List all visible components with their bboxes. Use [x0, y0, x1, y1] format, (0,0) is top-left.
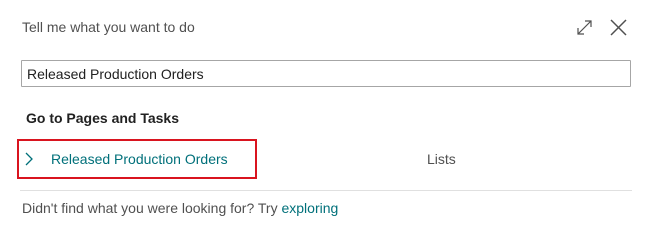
close-icon[interactable]: [608, 17, 628, 37]
result-item-category: Lists: [427, 151, 456, 167]
dialog-title: Tell me what you want to do: [22, 19, 195, 35]
footer: Didn't find what you were looking for? T…: [22, 200, 338, 216]
results-heading: Go to Pages and Tasks: [26, 110, 180, 126]
exploring-link[interactable]: exploring: [281, 200, 338, 216]
result-item-name[interactable]: Released Production Orders: [51, 151, 228, 167]
expand-icon[interactable]: [574, 17, 594, 37]
header-actions: [574, 17, 628, 37]
footer-text: Didn't find what you were looking for? T…: [22, 200, 282, 216]
chevron-right-icon: [25, 152, 34, 171]
result-item-released-production-orders[interactable]: Released Production Orders Lists: [20, 139, 632, 179]
search-input[interactable]: [21, 60, 631, 87]
divider: [20, 190, 632, 191]
